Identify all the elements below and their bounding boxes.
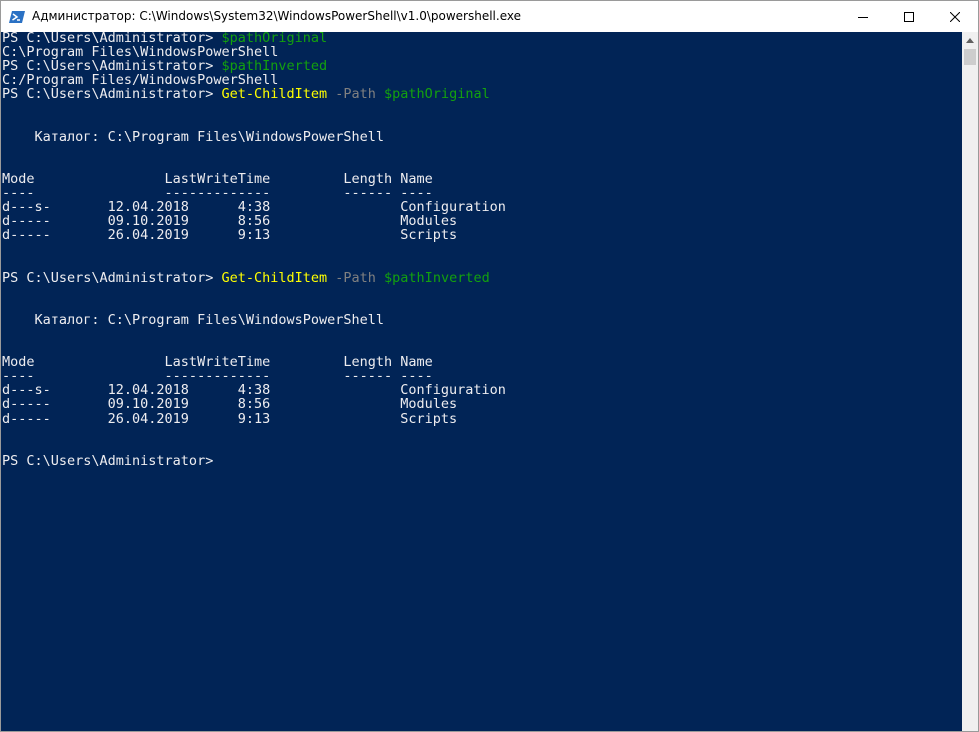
console-segment: -Path bbox=[335, 269, 376, 286]
console-segment bbox=[376, 270, 384, 286]
minimize-icon bbox=[858, 16, 868, 18]
console-segment: $pathOriginal bbox=[384, 86, 490, 103]
close-icon bbox=[950, 11, 960, 22]
console-line: d---s- 12.04.2018 4:38 Configuration bbox=[2, 383, 506, 397]
console-segment: Get-ChildItem bbox=[221, 86, 328, 103]
console-line: Каталог: C:\Program Files\WindowsPowerSh… bbox=[2, 313, 506, 327]
console-line: PS C:\Users\Administrator> Get-ChildItem… bbox=[2, 87, 506, 101]
scroll-up-button[interactable] bbox=[962, 32, 978, 48]
powershell-icon[interactable] bbox=[9, 9, 25, 25]
console-line: d---s- 12.04.2018 4:38 Configuration bbox=[2, 200, 506, 214]
console-line: Каталог: C:\Program Files\WindowsPowerSh… bbox=[2, 130, 506, 144]
console-line: Mode LastWriteTime Length Name bbox=[2, 355, 506, 369]
console-area[interactable]: PS C:\Users\Administrator> $pathOriginal… bbox=[1, 32, 962, 731]
console-line: C:\Program Files\WindowsPowerShell bbox=[2, 45, 506, 59]
console-line: ---- ------------- ------ ---- bbox=[2, 369, 506, 383]
console-line: ---- ------------- ------ ---- bbox=[2, 186, 506, 200]
console-output: PS C:\Users\Administrator> $pathOriginal… bbox=[2, 32, 506, 468]
console-segment: d----- 26.04.2019 9:13 Scripts bbox=[2, 227, 458, 244]
console-segment: $pathInverted bbox=[384, 269, 490, 286]
console-line: PS C:\Users\Administrator> Get-ChildItem… bbox=[2, 271, 506, 285]
console-segment: -Path bbox=[335, 86, 376, 103]
console-line: d----- 09.10.2019 8:56 Modules bbox=[2, 397, 506, 411]
maximize-button[interactable] bbox=[886, 1, 932, 32]
console-segment bbox=[376, 86, 384, 102]
console-line: d----- 26.04.2019 9:13 Scripts bbox=[2, 228, 506, 242]
console-line: C:/Program Files/WindowsPowerShell bbox=[2, 73, 506, 87]
scroll-thumb[interactable] bbox=[964, 49, 976, 65]
console-segment: Get-ChildItem bbox=[221, 269, 328, 286]
chevron-up-icon bbox=[966, 37, 974, 43]
console-segment: PS C:\Users\Administrator> bbox=[2, 452, 214, 469]
window-title: Администратор: C:\Windows\System32\Windo… bbox=[32, 9, 521, 23]
close-button[interactable] bbox=[932, 1, 978, 32]
console-line: Mode LastWriteTime Length Name bbox=[2, 172, 506, 186]
console-segment: PS C:\Users\Administrator> bbox=[2, 269, 222, 286]
console-line: PS C:\Users\Administrator> bbox=[2, 454, 506, 468]
powershell-window: Администратор: C:\Windows\System32\Windo… bbox=[0, 0, 979, 732]
console-segment: Каталог: C:\Program Files\WindowsPowerSh… bbox=[2, 128, 385, 145]
vertical-scrollbar[interactable] bbox=[962, 32, 978, 731]
minimize-button[interactable] bbox=[840, 1, 886, 32]
maximize-icon bbox=[904, 11, 914, 22]
title-bar[interactable]: Администратор: C:\Windows\System32\Windo… bbox=[1, 1, 978, 32]
console-line: d----- 26.04.2019 9:13 Scripts bbox=[2, 410, 506, 427]
console-segment: PS C:\Users\Administrator> bbox=[2, 86, 222, 103]
console-segment: d----- 26.04.2019 9:13 Scripts bbox=[2, 410, 458, 427]
console-line: PS C:\Users\Administrator> $pathInverted bbox=[2, 59, 506, 73]
console-line: d----- 09.10.2019 8:56 Modules bbox=[2, 214, 506, 228]
console-segment: Каталог: C:\Program Files\WindowsPowerSh… bbox=[2, 311, 385, 328]
